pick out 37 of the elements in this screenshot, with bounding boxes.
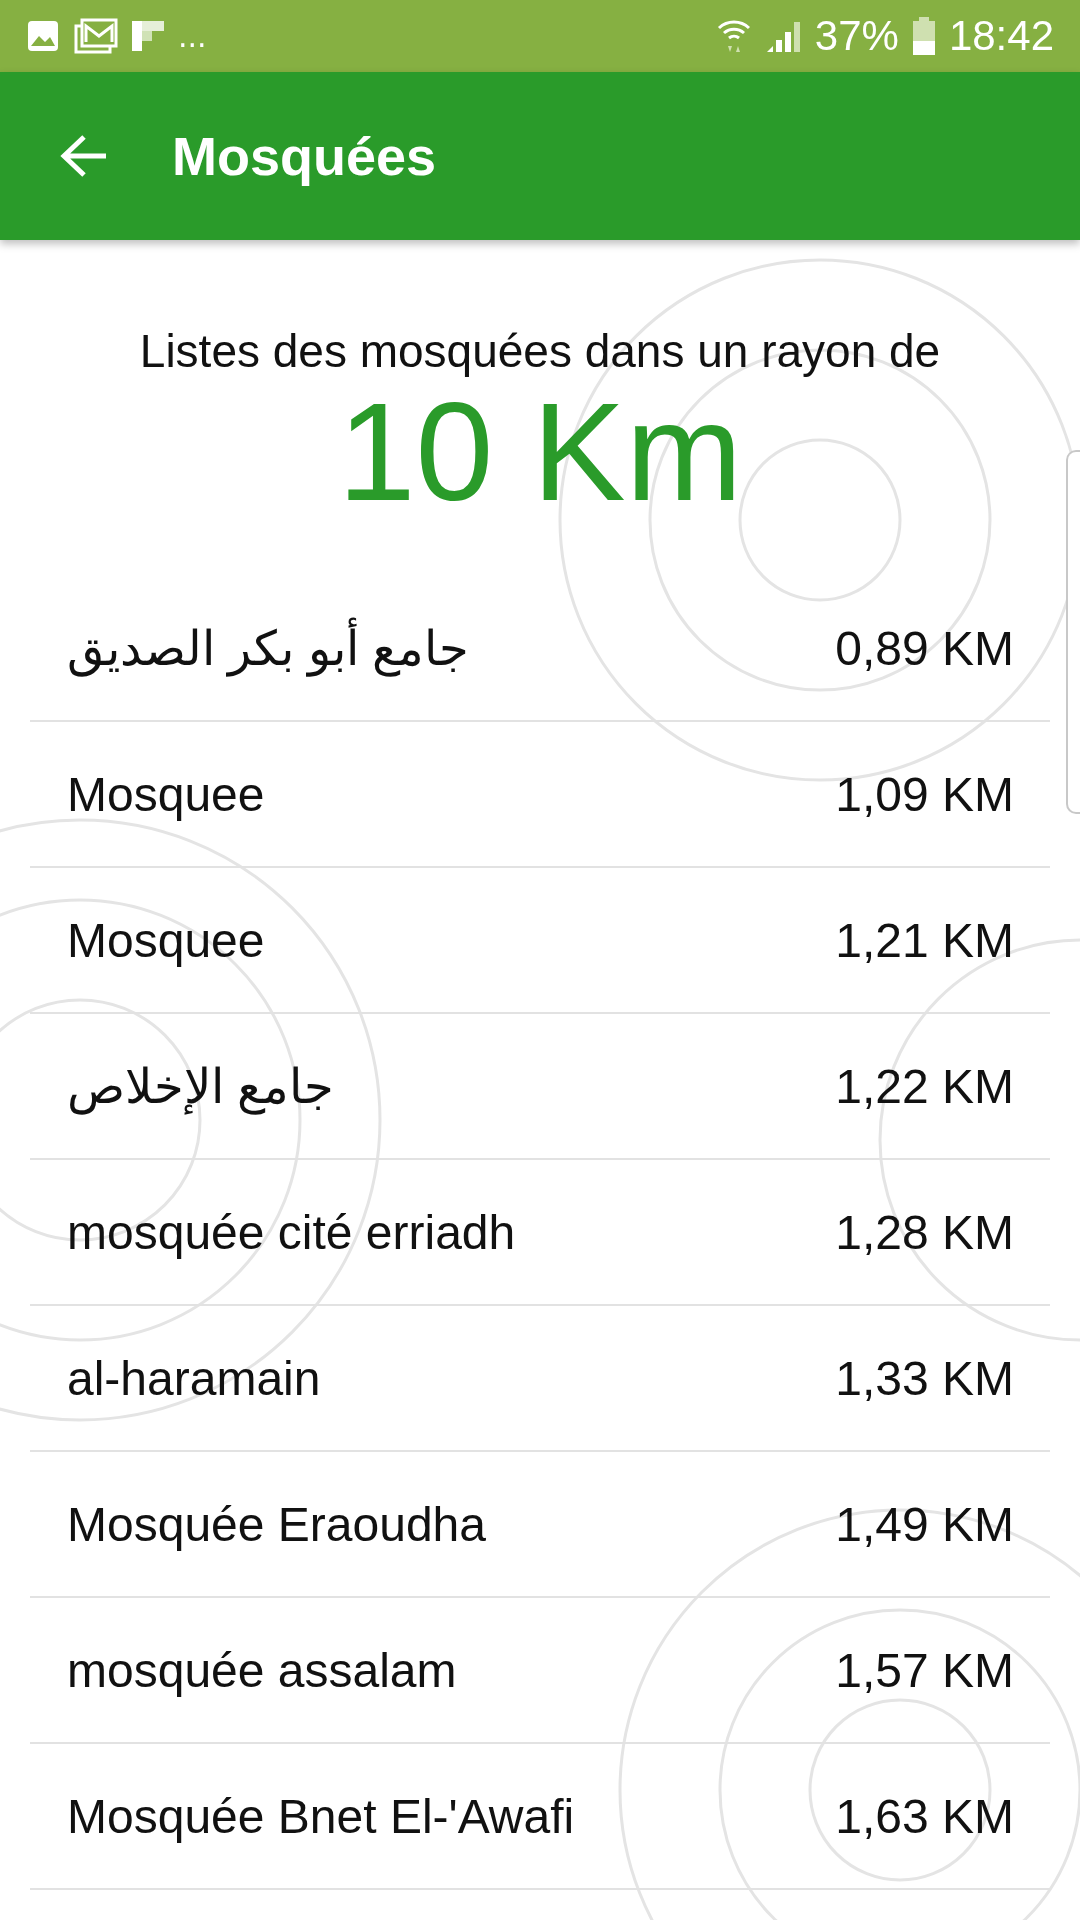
mosque-distance: 1,28 KM (835, 1204, 1014, 1260)
mosque-row[interactable]: mosquée assalam 1,57 KM (30, 1598, 1050, 1744)
mosque-name: mosquée assalam (67, 1642, 457, 1698)
mosque-distance: 1,09 KM (835, 766, 1014, 822)
image-icon (26, 19, 60, 53)
back-arrow-icon[interactable] (60, 134, 108, 178)
radius-caption: Listes des mosquées dans un rayon de (139, 324, 941, 378)
mosque-name: جامع الإخلاص (67, 1059, 335, 1114)
more-notifications: ... (178, 18, 207, 54)
mosque-distance: 1,33 KM (835, 1350, 1014, 1406)
mosque-name: al-haramain (67, 1350, 321, 1406)
mosque-row[interactable]: Mosquée Bnet El-'Awafi 1,63 KM (30, 1744, 1050, 1890)
mosque-distance: 1,63 KM (835, 1788, 1014, 1844)
mosque-row[interactable]: Mosquee 1,09 KM (30, 722, 1050, 868)
mosque-row[interactable]: al-haramain 1,33 KM (30, 1306, 1050, 1452)
clock: 18:42 (948, 12, 1054, 60)
mosque-distance: 1,57 KM (835, 1642, 1014, 1698)
mosque-row[interactable]: Mosquee 1,21 KM (30, 868, 1050, 1014)
mosque-distance: 1,49 KM (835, 1496, 1014, 1552)
mosque-distance: 0,89 KM (835, 620, 1014, 676)
edge-handle[interactable] (1066, 450, 1080, 814)
mail-icon (74, 18, 118, 54)
mosque-distance: 1,21 KM (835, 912, 1014, 968)
mosque-name: Mosquée Bnet El-'Awafi (67, 1788, 575, 1844)
screen-title: Mosquées (172, 125, 437, 187)
mosque-row[interactable]: Mosquée Eraoudha 1,49 KM (30, 1452, 1050, 1598)
mosque-name: Mosquee (67, 912, 265, 968)
radius-value: 10 Km (337, 378, 743, 525)
mosque-row[interactable]: mosquée cité erriadh 1,28 KM (30, 1160, 1050, 1306)
wifi-icon (716, 18, 751, 54)
mosque-name: mosquée cité erriadh (67, 1204, 516, 1260)
mosque-name: Mosquée Eraoudha (67, 1496, 486, 1552)
mosque-name: Mosquee (67, 766, 265, 822)
mosque-distance: 1,22 KM (835, 1058, 1014, 1114)
battery-icon (912, 17, 935, 55)
battery-percent: 37% (814, 12, 899, 60)
flag-icon (132, 19, 164, 53)
